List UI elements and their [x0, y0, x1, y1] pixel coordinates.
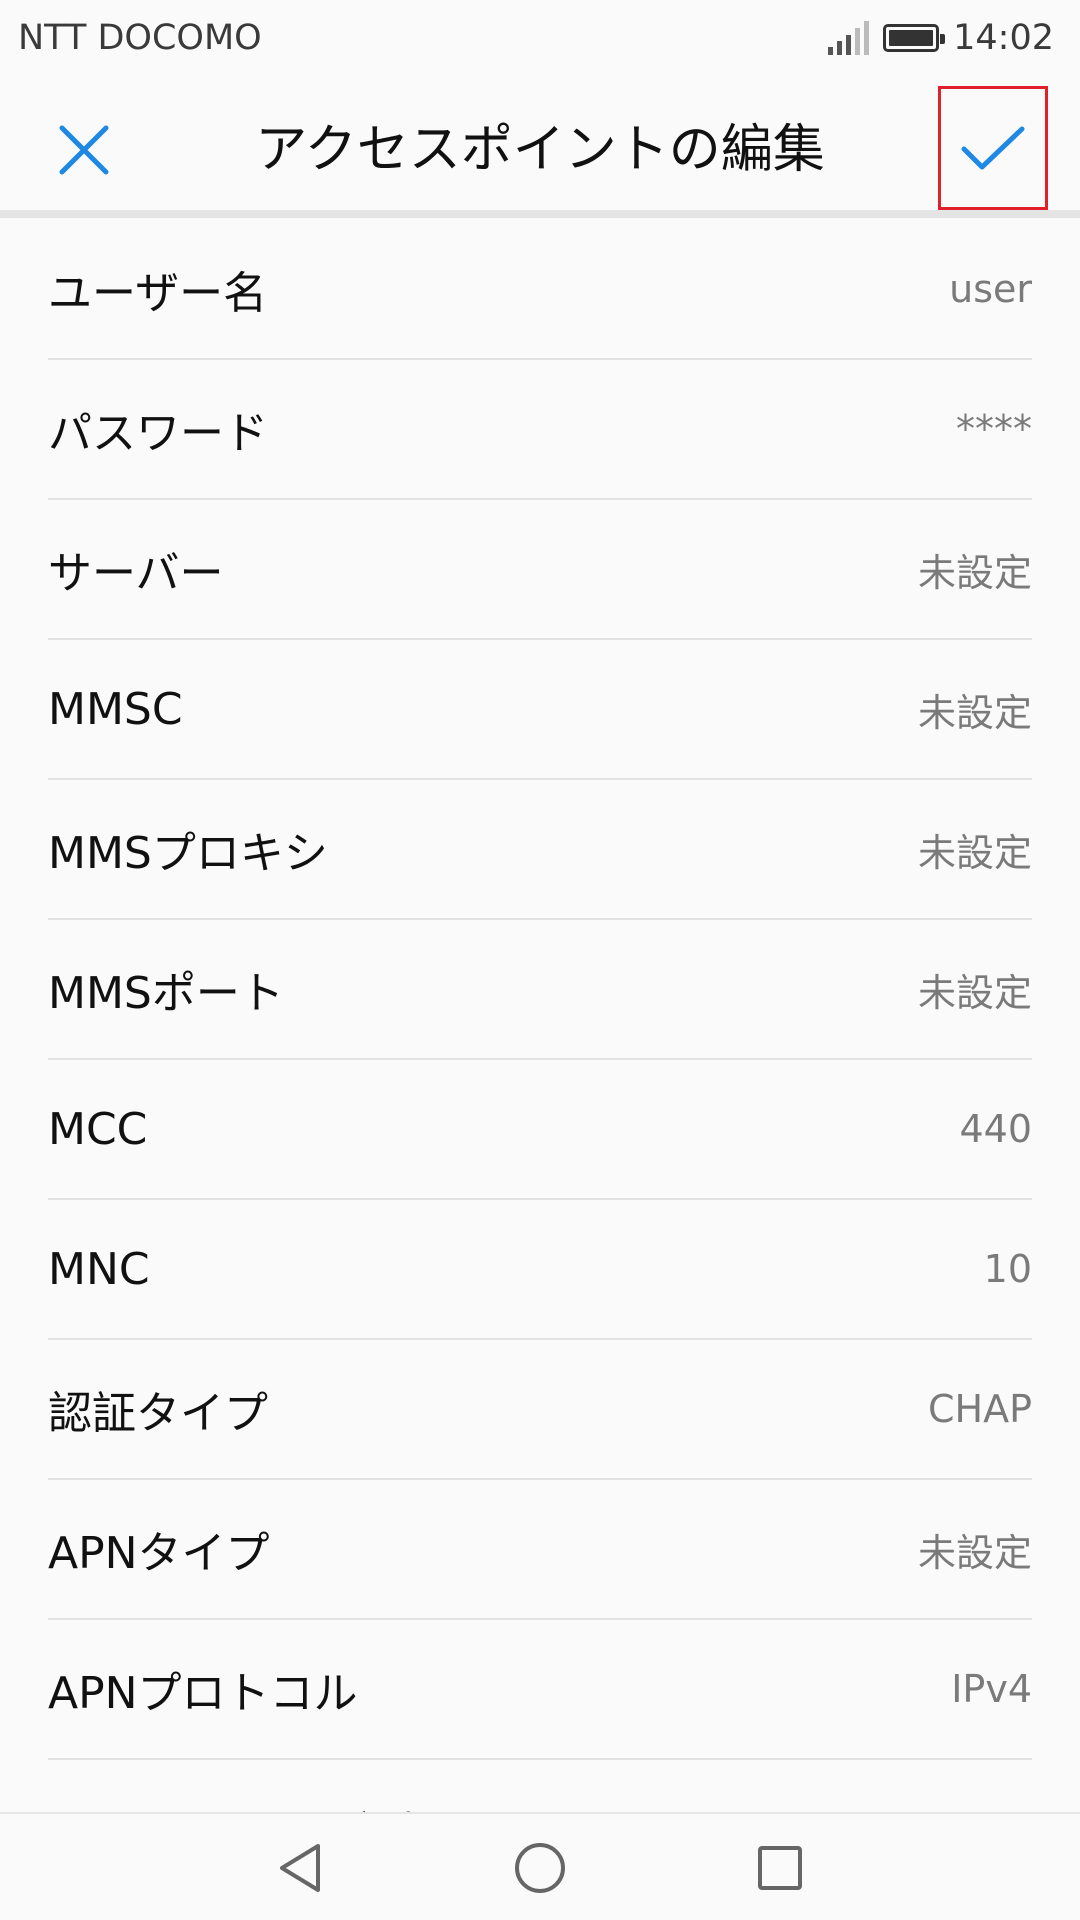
- setting-label: MMSプロキシ: [48, 828, 328, 879]
- setting-row-mcc[interactable]: MCC 440: [48, 1060, 1032, 1200]
- app-bar: アクセスポイントの編集: [0, 76, 1080, 212]
- setting-value: 未設定: [917, 1530, 1032, 1575]
- back-icon: [280, 1844, 320, 1892]
- clock: 14:02: [953, 18, 1054, 58]
- setting-value: CHAP: [927, 1387, 1032, 1431]
- confirm-button[interactable]: [938, 86, 1048, 210]
- carrier-name: NTT DOCOMO: [18, 18, 262, 58]
- setting-row-mnc[interactable]: MNC 10: [48, 1200, 1032, 1340]
- status-bar: NTT DOCOMO 14:02: [0, 0, 1080, 76]
- setting-row-server[interactable]: サーバー 未設定: [48, 500, 1032, 640]
- app-bar-divider: [0, 210, 1080, 218]
- setting-value: IPv4: [951, 1667, 1032, 1711]
- setting-label: MNC: [48, 1243, 150, 1295]
- setting-label: MMSポート: [48, 968, 284, 1019]
- setting-value: 未設定: [917, 970, 1032, 1015]
- setting-row-apn-type[interactable]: APNタイプ 未設定: [48, 1480, 1032, 1620]
- navigation-bar: [0, 1812, 1080, 1920]
- page-title: アクセスポイントの編集: [255, 119, 825, 180]
- setting-value: 10: [983, 1247, 1032, 1291]
- setting-value: 未設定: [917, 830, 1032, 875]
- setting-label: APNプロトコル: [48, 1668, 358, 1719]
- setting-value: 未設定: [917, 550, 1032, 595]
- setting-value: 未設定: [917, 690, 1032, 735]
- setting-label: MMSC: [48, 683, 183, 735]
- setting-row-roaming-protocol[interactable]: ミングプロトコル: [48, 1762, 1032, 1813]
- setting-row-username[interactable]: ユーザー名 user: [48, 220, 1032, 360]
- status-icons: 14:02: [828, 18, 1054, 58]
- setting-value: 440: [959, 1107, 1032, 1151]
- recents-button[interactable]: [748, 1836, 812, 1900]
- setting-row-password[interactable]: パスワード ****: [48, 360, 1032, 500]
- setting-label: ミングプロトコル: [238, 1797, 590, 1813]
- setting-label: APNタイプ: [48, 1528, 270, 1579]
- setting-row-mmsc[interactable]: MMSC 未設定: [48, 640, 1032, 780]
- recents-icon: [758, 1846, 802, 1890]
- signal-icon: [828, 21, 870, 55]
- check-icon: [961, 126, 1025, 170]
- setting-label: ユーザー名: [48, 268, 268, 319]
- setting-label: パスワード: [48, 408, 268, 459]
- setting-label: 認証タイプ: [48, 1388, 268, 1439]
- close-button[interactable]: [48, 114, 120, 186]
- close-icon: [59, 125, 109, 175]
- home-button[interactable]: [508, 1836, 572, 1900]
- setting-label: MCC: [48, 1103, 148, 1155]
- setting-row-auth-type[interactable]: 認証タイプ CHAP: [48, 1340, 1032, 1480]
- battery-icon: [883, 24, 946, 52]
- setting-value: ****: [956, 407, 1032, 451]
- apn-settings-list[interactable]: ユーザー名 user パスワード **** サーバー 未設定 MMSC 未設定 …: [0, 218, 1080, 1813]
- setting-row-apn-protocol[interactable]: APNプロトコル IPv4: [48, 1620, 1032, 1760]
- setting-row-mms-proxy[interactable]: MMSプロキシ 未設定: [48, 780, 1032, 920]
- setting-value: user: [949, 267, 1032, 311]
- back-button[interactable]: [268, 1836, 332, 1900]
- setting-row-mms-port[interactable]: MMSポート 未設定: [48, 920, 1032, 1060]
- setting-label: サーバー: [48, 548, 224, 599]
- home-icon: [515, 1843, 565, 1893]
